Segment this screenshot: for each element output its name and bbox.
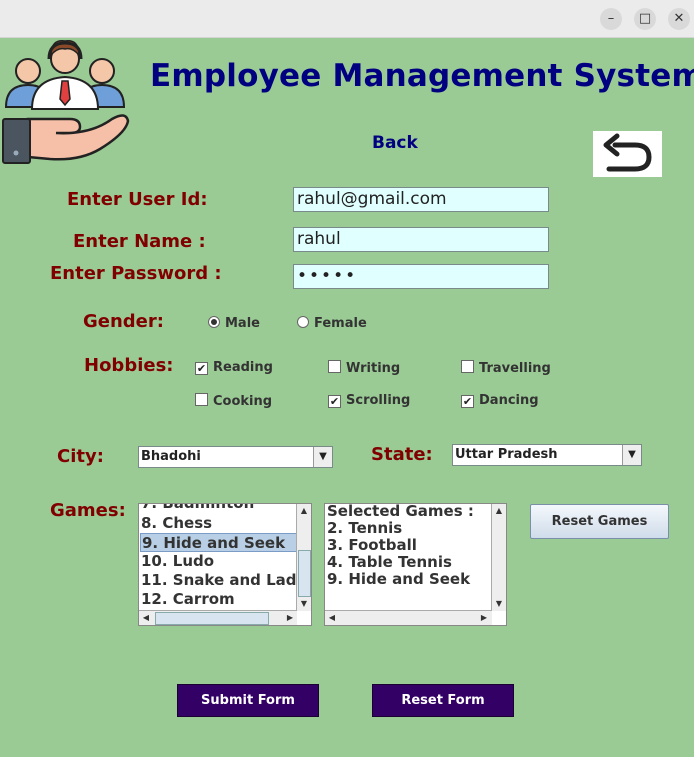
chevron-down-icon[interactable]: ▼ xyxy=(313,447,332,467)
scroll-up-icon[interactable]: ▲ xyxy=(492,504,506,518)
chevron-down-icon[interactable]: ▼ xyxy=(622,445,641,465)
horizontal-scrollbar[interactable]: ◀ ▶ xyxy=(139,610,297,625)
gender-label: Gender: xyxy=(83,311,164,332)
hobby-cooking-checkbox[interactable]: Cooking xyxy=(195,393,272,409)
checkbox-unchecked-icon xyxy=(461,360,474,373)
selected-games-list[interactable]: Selected Games : 2. Tennis 3. Football 4… xyxy=(324,503,507,626)
scroll-thumb[interactable] xyxy=(298,550,311,597)
checkbox-checked-icon: ✔ xyxy=(195,362,208,375)
list-item[interactable]: 12. Carrom xyxy=(140,590,235,609)
scroll-up-icon[interactable]: ▲ xyxy=(297,504,311,518)
name-label: Enter Name : xyxy=(73,231,206,252)
list-item[interactable]: 11. Snake and Ladder xyxy=(140,571,296,590)
checkbox-unchecked-icon xyxy=(328,360,341,373)
back-button[interactable] xyxy=(593,131,662,177)
user-id-field[interactable]: rahul@gmail.com xyxy=(293,187,549,212)
list-item-selected[interactable]: 9. Hide and Seek xyxy=(140,533,297,552)
horizontal-scrollbar[interactable]: ◀ ▶ xyxy=(325,610,492,625)
hobbies-label: Hobbies: xyxy=(84,355,174,376)
games-label: Games: xyxy=(50,500,126,521)
undo-arrow-icon xyxy=(603,133,652,172)
hobby-scrolling-label: Scrolling xyxy=(346,393,411,408)
gender-male-radio[interactable]: Male xyxy=(208,316,260,331)
reset-games-button[interactable]: Reset Games xyxy=(530,504,669,539)
state-value: Uttar Pradesh xyxy=(455,447,558,462)
checkbox-checked-icon: ✔ xyxy=(328,395,341,408)
close-button[interactable]: ✕ xyxy=(668,8,690,30)
radio-selected-icon xyxy=(208,316,220,328)
minimize-button[interactable]: – xyxy=(600,8,622,30)
gender-female-radio[interactable]: Female xyxy=(297,316,367,331)
list-item[interactable]: 7. Badminton xyxy=(140,504,254,513)
hobby-travelling-label: Travelling xyxy=(479,361,551,376)
reset-form-button[interactable]: Reset Form xyxy=(372,684,514,717)
scroll-down-icon[interactable]: ▼ xyxy=(492,597,506,611)
vertical-scrollbar[interactable]: ▲ ▼ xyxy=(296,504,311,611)
scroll-thumb[interactable] xyxy=(155,612,269,625)
scroll-down-icon[interactable]: ▼ xyxy=(297,597,311,611)
back-label[interactable]: Back xyxy=(372,133,418,153)
hobby-reading-label: Reading xyxy=(213,360,273,375)
hobby-scrolling-checkbox[interactable]: ✔ Scrolling xyxy=(328,393,410,408)
gender-female-label: Female xyxy=(314,316,367,331)
state-label: State: xyxy=(371,444,433,465)
scroll-right-icon[interactable]: ▶ xyxy=(477,611,491,625)
city-dropdown[interactable]: Bhadohi ▼ xyxy=(138,446,333,468)
maximize-button[interactable]: □ xyxy=(634,8,656,30)
name-field[interactable]: rahul xyxy=(293,227,549,252)
list-item[interactable]: 8. Chess xyxy=(140,514,212,533)
employee-care-logo-icon xyxy=(2,40,130,164)
scroll-left-icon[interactable]: ◀ xyxy=(325,611,339,625)
checkbox-unchecked-icon xyxy=(195,393,208,406)
password-field[interactable]: ••••• xyxy=(293,264,549,289)
submit-form-button[interactable]: Submit Form xyxy=(177,684,319,717)
user-id-label: Enter User Id: xyxy=(67,189,208,210)
checkbox-checked-icon: ✔ xyxy=(461,395,474,408)
scroll-right-icon[interactable]: ▶ xyxy=(283,611,297,625)
hobby-travelling-checkbox[interactable]: Travelling xyxy=(461,360,551,376)
scroll-left-icon[interactable]: ◀ xyxy=(139,611,153,625)
hobby-reading-checkbox[interactable]: ✔ Reading xyxy=(195,360,273,375)
list-item[interactable]: 9. Hide and Seek xyxy=(326,570,470,589)
vertical-scrollbar[interactable]: ▲ ▼ xyxy=(491,504,506,611)
list-item[interactable]: 10. Ludo xyxy=(140,552,214,571)
city-label: City: xyxy=(57,446,104,467)
radio-unselected-icon xyxy=(297,316,309,328)
page-title: Employee Management System xyxy=(150,58,694,94)
window-titlebar: – □ ✕ xyxy=(0,0,694,38)
password-label: Enter Password : xyxy=(50,263,222,284)
gender-male-label: Male xyxy=(225,316,260,331)
hobby-writing-checkbox[interactable]: Writing xyxy=(328,360,400,376)
hobby-dancing-label: Dancing xyxy=(479,393,539,408)
hobby-dancing-checkbox[interactable]: ✔ Dancing xyxy=(461,393,539,408)
games-list[interactable]: 7. Badminton 8. Chess 9. Hide and Seek 1… xyxy=(138,503,312,626)
hobby-cooking-label: Cooking xyxy=(213,394,273,409)
hobby-writing-label: Writing xyxy=(346,361,401,376)
city-value: Bhadohi xyxy=(141,449,201,464)
state-dropdown[interactable]: Uttar Pradesh ▼ xyxy=(452,444,642,466)
